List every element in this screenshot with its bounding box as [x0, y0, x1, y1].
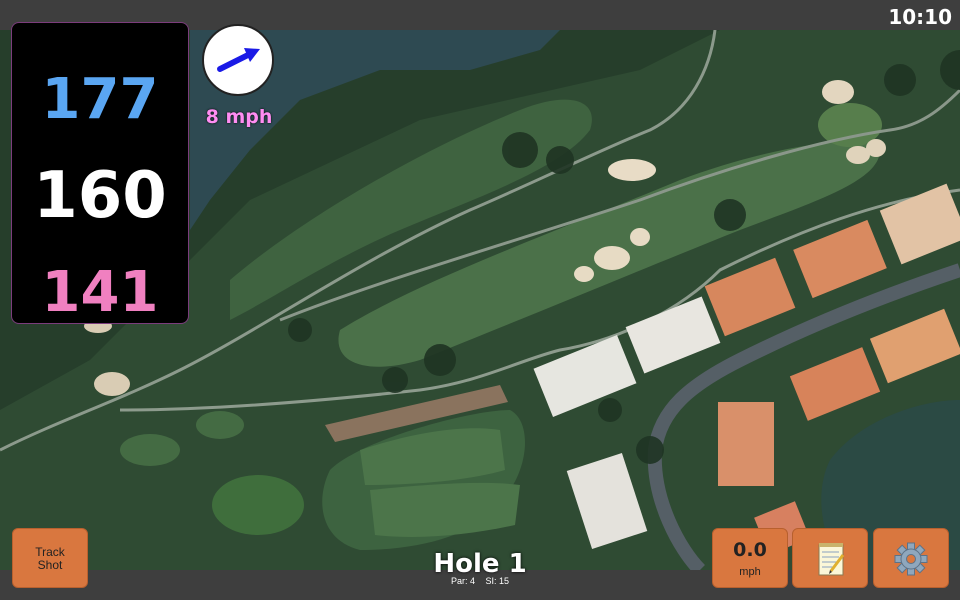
track-shot-label: Track Shot — [35, 545, 65, 572]
hole-title: Hole 1 — [433, 549, 527, 579]
track-shot-button[interactable]: Track Shot — [12, 528, 88, 588]
scorecard-button[interactable] — [792, 528, 868, 588]
wind-speed: 8 mph — [205, 106, 273, 128]
back-distance: 177 — [41, 67, 159, 132]
hole-info: Par: 4 SI: 15 — [400, 576, 560, 586]
stroke-index-label: SI: 15 — [485, 576, 510, 586]
speed-button[interactable]: 0.0 mph — [712, 528, 788, 588]
gear-icon — [894, 542, 928, 576]
distance-panel: 177 160 141 — [11, 22, 189, 325]
wind-direction-dial — [202, 24, 274, 96]
middle-distance: 160 — [33, 159, 167, 233]
front-distance: 141 — [41, 260, 159, 325]
arrow-right-icon — [217, 48, 260, 72]
notepad-icon — [818, 543, 845, 576]
clock: 10:10 — [888, 5, 952, 29]
par-label: Par: 4 — [450, 576, 475, 586]
settings-button[interactable] — [873, 528, 949, 588]
speed-unit: mph — [739, 566, 761, 578]
speed-value: 0.0 — [733, 539, 767, 561]
